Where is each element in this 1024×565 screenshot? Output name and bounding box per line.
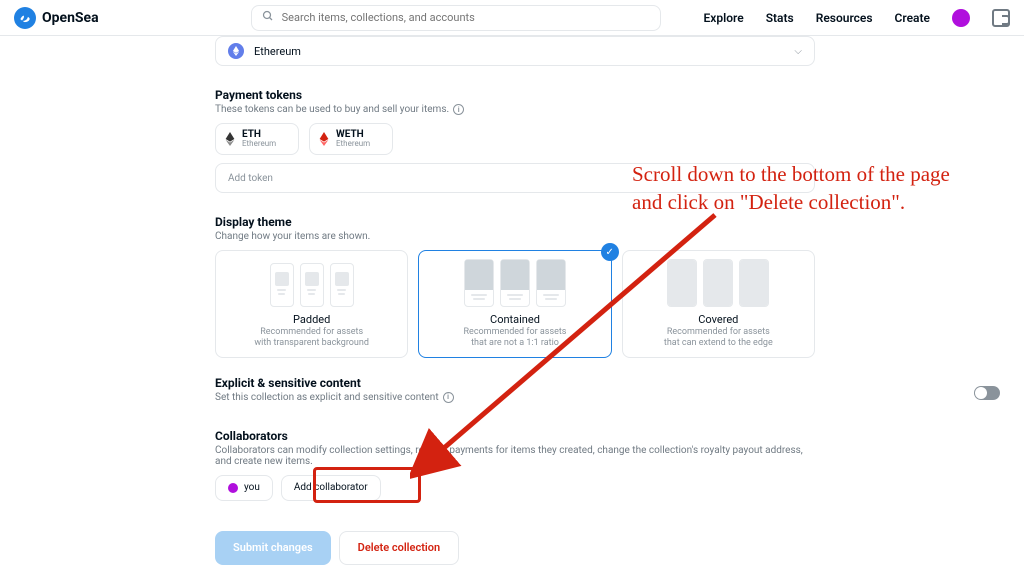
main-content: Ethereum ⌵ Payment tokens These tokens c… <box>0 36 1024 565</box>
token-card-weth[interactable]: WETH Ethereum <box>309 123 393 155</box>
explicit-subtitle: Set this collection as explicit and sens… <box>215 392 454 403</box>
info-icon[interactable]: i <box>453 104 464 115</box>
search-bar[interactable] <box>251 5 661 31</box>
nav-resources[interactable]: Resources <box>816 11 873 25</box>
payment-tokens-subtitle: These tokens can be used to buy and sell… <box>215 104 815 115</box>
eth-diamond-icon <box>224 133 236 145</box>
nav-create[interactable]: Create <box>895 11 930 25</box>
themes-row: Padded Recommended for assetswith transp… <box>215 250 815 358</box>
annotation-text: Scroll down to the bottom of the page an… <box>632 160 972 217</box>
token-network: Ethereum <box>336 140 370 148</box>
theme-desc: Recommended for assetsthat are not a 1:1… <box>429 327 600 349</box>
explicit-sub-text: Set this collection as explicit and sens… <box>215 392 439 403</box>
nav-stats[interactable]: Stats <box>766 11 794 25</box>
explicit-title: Explicit & sensitive content <box>215 376 454 390</box>
search-input[interactable] <box>282 11 650 24</box>
explicit-content-row: Explicit & sensitive content Set this co… <box>215 376 815 411</box>
brand-logo[interactable]: OpenSea <box>14 7 99 29</box>
tokens-row: ETH Ethereum WETH Ethereum <box>215 123 815 155</box>
collaborators-subtitle: Collaborators can modify collection sett… <box>215 445 815 467</box>
submit-changes-button[interactable]: Submit changes <box>215 531 331 565</box>
theme-name: Padded <box>226 313 397 326</box>
collaborators-title: Collaborators <box>215 429 815 443</box>
nav-explore[interactable]: Explore <box>704 11 744 25</box>
opensea-logo-icon <box>14 7 36 29</box>
top-header: OpenSea Explore Stats Resources Create <box>0 0 1024 36</box>
nav-right: Explore Stats Resources Create <box>704 9 1010 27</box>
chevron-down-icon: ⌵ <box>794 46 802 57</box>
explicit-toggle[interactable] <box>974 386 1000 400</box>
collaborator-you-label: you <box>244 482 260 493</box>
blockchain-value: Ethereum <box>254 45 301 58</box>
delete-collection-button[interactable]: Delete collection <box>339 531 459 565</box>
profile-avatar-icon[interactable] <box>952 9 970 27</box>
theme-option-contained[interactable]: ✓ Contained Recommended for assetsthat a… <box>418 250 611 358</box>
display-theme-title: Display theme <box>215 215 815 229</box>
theme-desc: Recommended for assetswith transparent b… <box>226 327 397 349</box>
theme-option-covered[interactable]: Covered Recommended for assetsthat can e… <box>622 250 815 358</box>
theme-name: Contained <box>429 313 600 326</box>
weth-diamond-icon <box>318 133 330 145</box>
actions-row: Submit changes Delete collection <box>215 531 815 565</box>
theme-desc: Recommended for assetsthat can extend to… <box>633 327 804 349</box>
token-network: Ethereum <box>242 140 276 148</box>
blockchain-select[interactable]: Ethereum ⌵ <box>215 36 815 66</box>
payment-tokens-title: Payment tokens <box>215 88 815 102</box>
selected-check-icon: ✓ <box>601 243 619 261</box>
add-collaborator-button[interactable]: Add collaborator <box>281 475 381 501</box>
theme-option-padded[interactable]: Padded Recommended for assetswith transp… <box>215 250 408 358</box>
payment-tokens-sub-text: These tokens can be used to buy and sell… <box>215 104 449 115</box>
display-theme-subtitle: Change how your items are shown. <box>215 231 815 242</box>
token-card-eth[interactable]: ETH Ethereum <box>215 123 299 155</box>
wallet-icon[interactable] <box>992 9 1010 27</box>
collaborator-you[interactable]: you <box>215 475 273 501</box>
search-icon <box>262 10 274 25</box>
theme-name: Covered <box>633 313 804 326</box>
info-icon[interactable]: i <box>443 392 454 403</box>
user-avatar-dot-icon <box>228 483 238 493</box>
brand-name: OpenSea <box>42 10 99 26</box>
ethereum-icon <box>228 43 244 59</box>
collaborators-row: you Add collaborator <box>215 475 815 501</box>
